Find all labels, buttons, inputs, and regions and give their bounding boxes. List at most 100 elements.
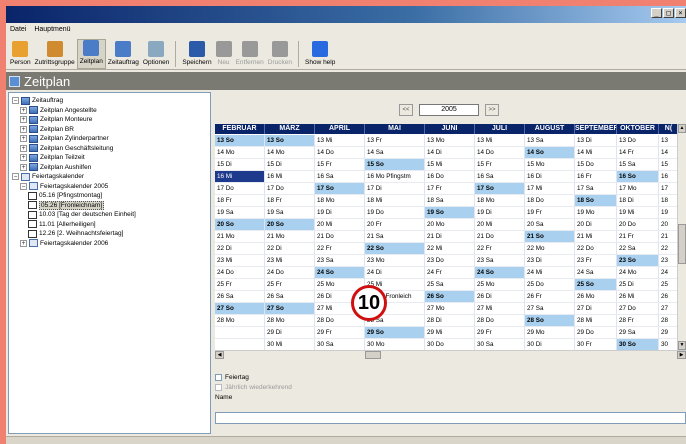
day-cell[interactable]: 25 [659,279,677,291]
tree-node[interactable]: 05.16 [Pfingstmontag] [28,191,102,200]
scroll-thumb[interactable] [678,224,686,264]
day-cell[interactable]: 15 Fr [475,159,525,171]
toolbar-button-4[interactable]: Optionen [141,41,171,69]
day-cell[interactable]: 24 Fr [425,267,475,279]
day-cell[interactable]: 17 So [475,183,525,195]
day-cell[interactable]: 27 [659,303,677,315]
day-cell[interactable]: 18 Fr [265,195,315,207]
day-cell[interactable]: 23 Mi [215,255,265,267]
toolbar-button-1[interactable]: Zutrittsgruppe [33,41,77,69]
day-cell[interactable]: 22 [659,243,677,255]
menu-datei[interactable]: Datei [10,26,26,33]
day-cell[interactable]: 24 So [475,267,525,279]
day-cell[interactable]: 17 Do [265,183,315,195]
day-cell[interactable]: 19 Di [475,207,525,219]
day-cell[interactable]: 22 Fr [315,243,365,255]
day-cell[interactable]: 13 Fr [365,135,425,147]
day-cell[interactable]: 17 Mo [617,183,659,195]
day-cell[interactable]: 16 Mo Pfingstm [365,171,425,183]
day-cell[interactable]: 30 Mo [365,339,425,350]
day-cell[interactable]: 28 Fr [617,315,659,327]
day-cell[interactable]: 20 [659,219,677,231]
day-cell[interactable]: 16 So [617,171,659,183]
expander-icon[interactable]: − [12,173,19,180]
year-field[interactable]: 2005 [419,104,479,116]
day-cell[interactable]: 29 Di [265,327,315,339]
scroll-up-button[interactable]: ▲ [678,124,686,133]
horizontal-scrollbar[interactable]: ◀ ▶ [215,350,686,359]
day-cell[interactable]: 14 [659,147,677,159]
day-cell[interactable]: 13 Sa [525,135,575,147]
day-cell[interactable]: 15 Mo [525,159,575,171]
day-cell[interactable]: 30 Di [525,339,575,350]
day-cell[interactable]: 16 Sa [315,171,365,183]
day-cell[interactable]: 24 Mo [617,267,659,279]
toolbar-button-3[interactable]: Zeitauftrag [106,41,141,69]
day-cell[interactable]: 26 So [425,291,475,303]
day-cell[interactable]: 21 Fr [617,231,659,243]
day-cell[interactable]: 28 Do [475,315,525,327]
menu-hauptmenue[interactable]: Hauptmenü [34,26,70,33]
day-cell[interactable]: 15 [659,159,677,171]
day-cell[interactable]: 26 [659,291,677,303]
toolbar-button-8[interactable]: Drucken [266,41,294,69]
day-cell[interactable]: 19 Do [365,207,425,219]
day-cell[interactable]: 29 Mo [525,327,575,339]
day-cell[interactable]: 18 Di [617,195,659,207]
day-cell[interactable]: 22 Di [215,243,265,255]
day-cell[interactable]: 28 Di [425,315,475,327]
day-cell[interactable]: 23 [659,255,677,267]
day-cell[interactable]: 17 Mi [525,183,575,195]
day-cell[interactable]: 16 Di [525,171,575,183]
day-cell[interactable] [215,339,265,350]
day-cell[interactable]: 14 Mo [215,147,265,159]
day-cell[interactable]: 24 Di [365,267,425,279]
day-cell[interactable]: 25 Sa [425,279,475,291]
name-input[interactable] [215,412,686,424]
expander-icon[interactable]: + [20,163,27,171]
day-cell[interactable]: 18 So [575,195,617,207]
day-cell[interactable]: 20 So [215,219,265,231]
day-cell[interactable]: 13 Mi [475,135,525,147]
day-cell[interactable]: 28 Mo [265,315,315,327]
expander-icon[interactable]: + [20,135,27,142]
tree-view[interactable]: − Zeitauftrag + Zeitplan Angestellte + Zeitpl… [8,92,211,434]
day-cell[interactable]: 27 So [265,303,315,315]
day-cell[interactable]: 21 [659,231,677,243]
day-cell[interactable]: 20 Mi [315,219,365,231]
day-cell[interactable]: 14 Do [475,147,525,159]
expander-icon[interactable]: + [20,116,27,123]
day-cell[interactable]: 24 [659,267,677,279]
day-cell[interactable]: 26 Sa [215,291,265,303]
minimize-button[interactable]: _ [651,8,662,18]
day-cell[interactable]: 13 So [265,135,315,147]
day-cell[interactable]: 25 Do [525,279,575,291]
day-cell[interactable]: 19 Mo [575,207,617,219]
day-cell[interactable]: 14 Sa [365,147,425,159]
expander-icon[interactable]: + [20,125,27,133]
day-cell[interactable]: 29 So [365,327,425,339]
tree-node[interactable]: + Feiertagskalender 2006 [20,239,108,248]
day-cell[interactable]: 13 Mi [315,135,365,147]
tree-node[interactable]: 12.26 [2. Weihnachtsfeiertag] [28,229,123,238]
day-cell[interactable]: 18 Mi [365,195,425,207]
day-cell[interactable]: 17 Sa [575,183,617,195]
tree-node[interactable]: 10.03 [Tag der deutschen Einheit] [28,210,136,219]
day-cell[interactable]: 27 Di [575,303,617,315]
day-cell[interactable]: 23 Sa [475,255,525,267]
scroll-left-button[interactable]: ◀ [215,351,224,359]
day-cell[interactable]: 16 Fr [575,171,617,183]
day-cell[interactable]: 24 So [315,267,365,279]
day-cell[interactable]: 23 Do [425,255,475,267]
day-cell[interactable]: 20 Sa [525,219,575,231]
expander-icon[interactable]: + [20,154,27,161]
tree-node[interactable]: + Zeitplan Angestellte [20,106,97,115]
day-cell[interactable]: 27 Mi [475,303,525,315]
day-cell[interactable]: 18 [659,195,677,207]
day-cell[interactable]: 14 Mi [575,147,617,159]
tree-node[interactable]: + Zeitplan Zylinderpartner [20,134,109,143]
day-cell[interactable]: 25 So [575,279,617,291]
day-cell[interactable]: 14 Mo [265,147,315,159]
day-cell[interactable]: 20 So [265,219,315,231]
day-cell[interactable]: 17 [659,183,677,195]
